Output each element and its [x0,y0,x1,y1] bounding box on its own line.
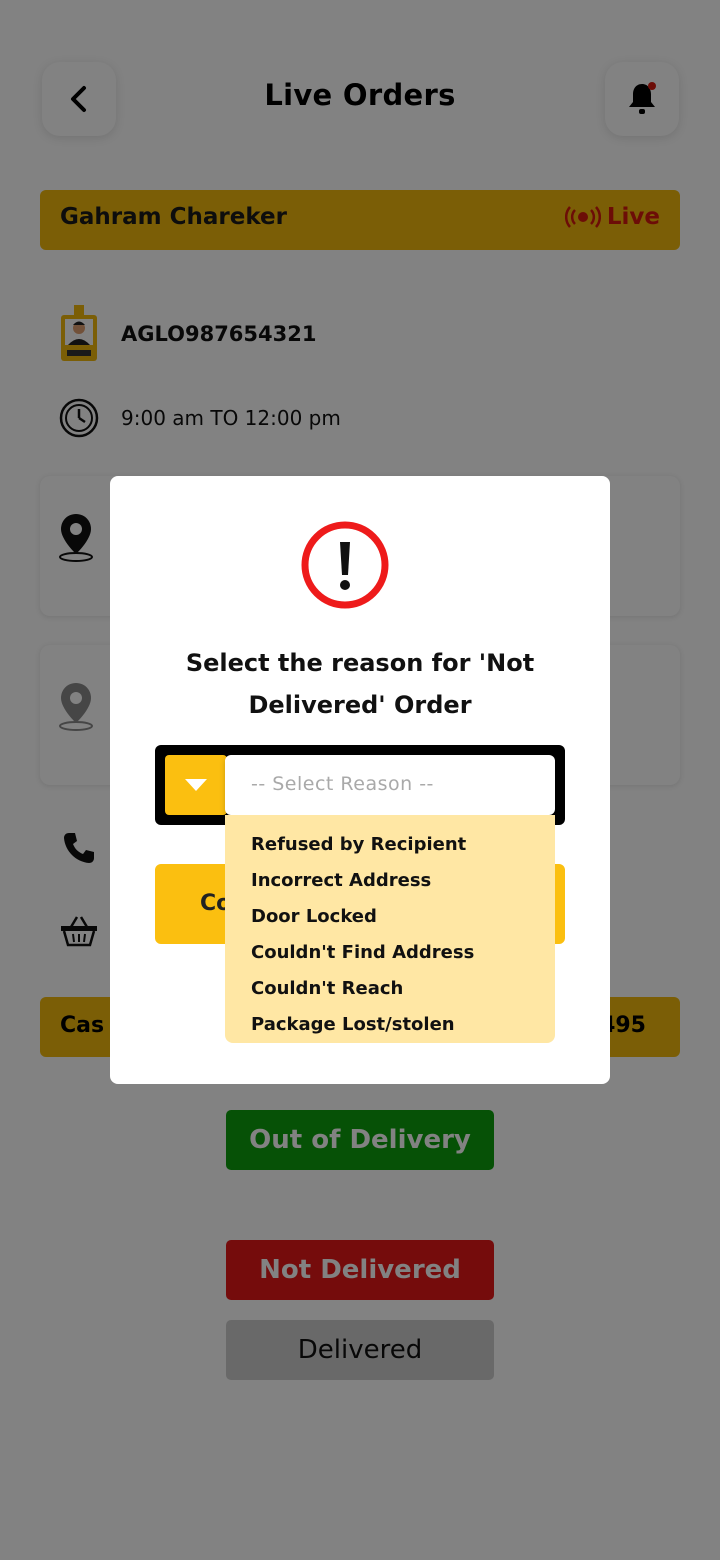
reason-option-incorrect-address[interactable]: Incorrect Address [225,863,555,899]
dropdown-toggle[interactable] [165,755,227,815]
reason-dropdown-list: Refused by Recipient Incorrect Address D… [225,815,555,1043]
caret-down-icon [185,779,207,791]
reason-select[interactable]: -- Select Reason -- [155,745,565,825]
reason-option-package-lost[interactable]: Package Lost/stolen [225,1007,555,1043]
reason-option-couldnt-reach[interactable]: Couldn't Reach [225,971,555,1007]
reason-select-field[interactable]: -- Select Reason -- [225,755,555,815]
dialog-title: Select the reason for 'Not Delivered' Or… [185,649,535,719]
select-placeholder: -- Select Reason -- [251,773,434,795]
not-delivered-reason-dialog: Select the reason for 'Not Delivered' Or… [110,476,610,1084]
reason-option-refused[interactable]: Refused by Recipient [225,827,555,863]
reason-option-couldnt-find-address[interactable]: Couldn't Find Address [225,935,555,971]
reason-option-door-locked[interactable]: Door Locked [225,899,555,935]
exclamation-circle-icon [301,521,389,609]
